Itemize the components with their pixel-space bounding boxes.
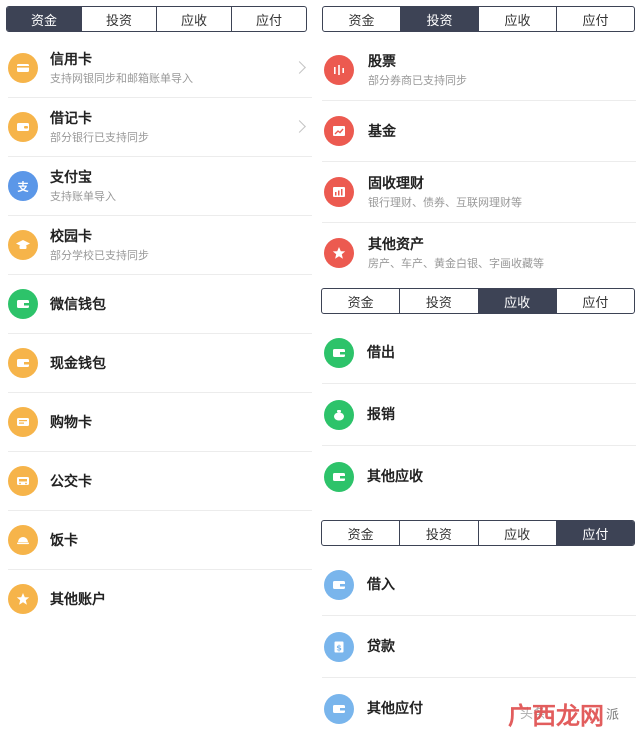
tab-receivable[interactable]: 应收 <box>156 7 231 31</box>
cash-wallet-icon <box>8 348 38 378</box>
other-receivable-icon <box>324 462 354 492</box>
account-title: 信用卡 <box>50 52 92 68</box>
receivable-row-other[interactable]: 其他应收 <box>318 446 640 508</box>
tab-invest[interactable]: 投资 <box>81 7 156 31</box>
payable-title: 其他应付 <box>367 701 423 717</box>
alipay-icon: 支 <box>8 171 38 201</box>
wechat-wallet-icon <box>8 289 38 319</box>
account-title: 饭卡 <box>50 532 78 549</box>
invest-subtitle: 部分券商已支持同步 <box>368 74 467 87</box>
invest-row-stock[interactable]: 股票 部分券商已支持同步 <box>318 40 640 101</box>
payable-row-loan[interactable]: $ 贷款 <box>318 616 640 678</box>
funds-tabbar: 资金 投资 应收 应付 <box>6 6 307 32</box>
tab-funds[interactable]: 资金 <box>322 521 399 545</box>
tab-invest[interactable]: 投资 <box>399 289 477 313</box>
loan-icon: $ <box>324 632 354 662</box>
debit-card-icon <box>8 112 38 142</box>
borrow-in-icon <box>324 570 354 600</box>
invest-subtitle: 银行理财、债券、互联网理财等 <box>368 196 522 209</box>
receivable-title: 报销 <box>367 407 395 423</box>
tab-payable[interactable]: 应付 <box>555 521 634 545</box>
account-row-cash-wallet[interactable]: 现金钱包 <box>0 334 312 393</box>
account-title: 现金钱包 <box>50 355 106 372</box>
tab-receivable[interactable]: 应收 <box>477 521 556 545</box>
account-row-wechat-wallet[interactable]: 微信钱包 <box>0 275 312 334</box>
invest-row-fund[interactable]: 基金 <box>318 101 640 162</box>
payable-row-borrow-in[interactable]: 借入 <box>318 554 640 616</box>
invest-row-other-assets[interactable]: 其他资产 房产、车产、黄金白银、字画收藏等 <box>318 223 640 284</box>
tab-invest[interactable]: 投资 <box>399 521 477 545</box>
account-subtitle: 部分学校已支持同步 <box>50 249 149 262</box>
credit-card-icon <box>8 53 38 83</box>
tab-receivable[interactable]: 应收 <box>477 289 556 313</box>
payable-title: 贷款 <box>367 639 395 655</box>
account-subtitle: 部分银行已支持同步 <box>50 131 149 144</box>
right-panels: 资金 投资 应收 应付 股票 部分券商已支持同步 基金 固收理财 银行理财、债券… <box>318 0 640 737</box>
invest-title: 固收理财 <box>368 176 424 192</box>
lend-out-icon <box>324 338 354 368</box>
tab-receivable[interactable]: 应收 <box>478 7 556 31</box>
receivable-row-lend-out[interactable]: 借出 <box>318 322 640 384</box>
account-row-alipay[interactable]: 支 支付宝 支持账单导入 <box>0 157 312 216</box>
account-title: 校园卡 <box>50 229 92 245</box>
account-title: 微信钱包 <box>50 296 106 313</box>
account-subtitle: 支持网银同步和邮箱账单导入 <box>50 72 193 85</box>
payable-row-other[interactable]: 其他应付 <box>318 678 640 737</box>
svg-text:$: $ <box>336 644 342 653</box>
receivable-title: 借出 <box>367 345 395 361</box>
bus-card-icon <box>8 466 38 496</box>
chevron-right-icon <box>293 61 306 74</box>
account-title: 购物卡 <box>50 414 92 431</box>
other-payable-icon <box>324 694 354 724</box>
tab-funds[interactable]: 资金 <box>322 289 399 313</box>
svg-text:支: 支 <box>17 180 30 194</box>
shopping-card-icon <box>8 407 38 437</box>
invest-title: 基金 <box>368 123 396 140</box>
account-title: 支付宝 <box>50 170 92 186</box>
receivable-row-reimburse[interactable]: 报销 <box>318 384 640 446</box>
account-row-credit-card[interactable]: 信用卡 支持网银同步和邮箱账单导入 <box>0 39 312 98</box>
chevron-right-icon <box>293 120 306 133</box>
tab-payable[interactable]: 应付 <box>556 7 634 31</box>
receivable-tabbar: 资金 投资 应收 应付 <box>321 288 635 314</box>
reimburse-icon <box>324 400 354 430</box>
account-row-shopping-card[interactable]: 购物卡 <box>0 393 312 452</box>
tab-funds[interactable]: 资金 <box>7 7 81 31</box>
account-row-other-account[interactable]: 其他账户 <box>0 570 312 629</box>
star-icon <box>324 238 354 268</box>
invest-title: 其他资产 <box>368 237 424 253</box>
meal-card-icon <box>8 525 38 555</box>
invest-subtitle: 房产、车产、黄金白银、字画收藏等 <box>368 257 544 270</box>
invest-title: 股票 <box>368 54 396 70</box>
tab-invest[interactable]: 投资 <box>400 7 478 31</box>
invest-row-fixed-income[interactable]: 固收理财 银行理财、债券、互联网理财等 <box>318 162 640 223</box>
star-icon <box>8 584 38 614</box>
tab-payable[interactable]: 应付 <box>231 7 306 31</box>
account-row-debit-card[interactable]: 借记卡 部分银行已支持同步 <box>0 98 312 157</box>
tab-funds[interactable]: 资金 <box>323 7 400 31</box>
account-subtitle: 支持账单导入 <box>50 190 116 203</box>
fund-chart-icon <box>324 116 354 146</box>
account-title: 借记卡 <box>50 111 92 127</box>
account-title: 公交卡 <box>50 473 92 490</box>
account-row-campus-card[interactable]: 校园卡 部分学校已支持同步 <box>0 216 312 275</box>
account-row-bus-card[interactable]: 公交卡 <box>0 452 312 511</box>
fixed-income-icon <box>324 177 354 207</box>
funds-panel: 资金 投资 应收 应付 信用卡 支持网银同步和邮箱账单导入 借记卡 部分银行已支… <box>0 0 312 737</box>
invest-tabbar: 资金 投资 应收 应付 <box>322 6 635 32</box>
receivable-title: 其他应收 <box>367 469 423 485</box>
account-row-meal-card[interactable]: 饭卡 <box>0 511 312 570</box>
campus-card-icon <box>8 230 38 260</box>
payable-title: 借入 <box>367 577 395 593</box>
account-title: 其他账户 <box>50 591 106 608</box>
payable-tabbar: 资金 投资 应收 应付 <box>321 520 635 546</box>
tab-payable[interactable]: 应付 <box>555 289 634 313</box>
stock-icon <box>324 55 354 85</box>
